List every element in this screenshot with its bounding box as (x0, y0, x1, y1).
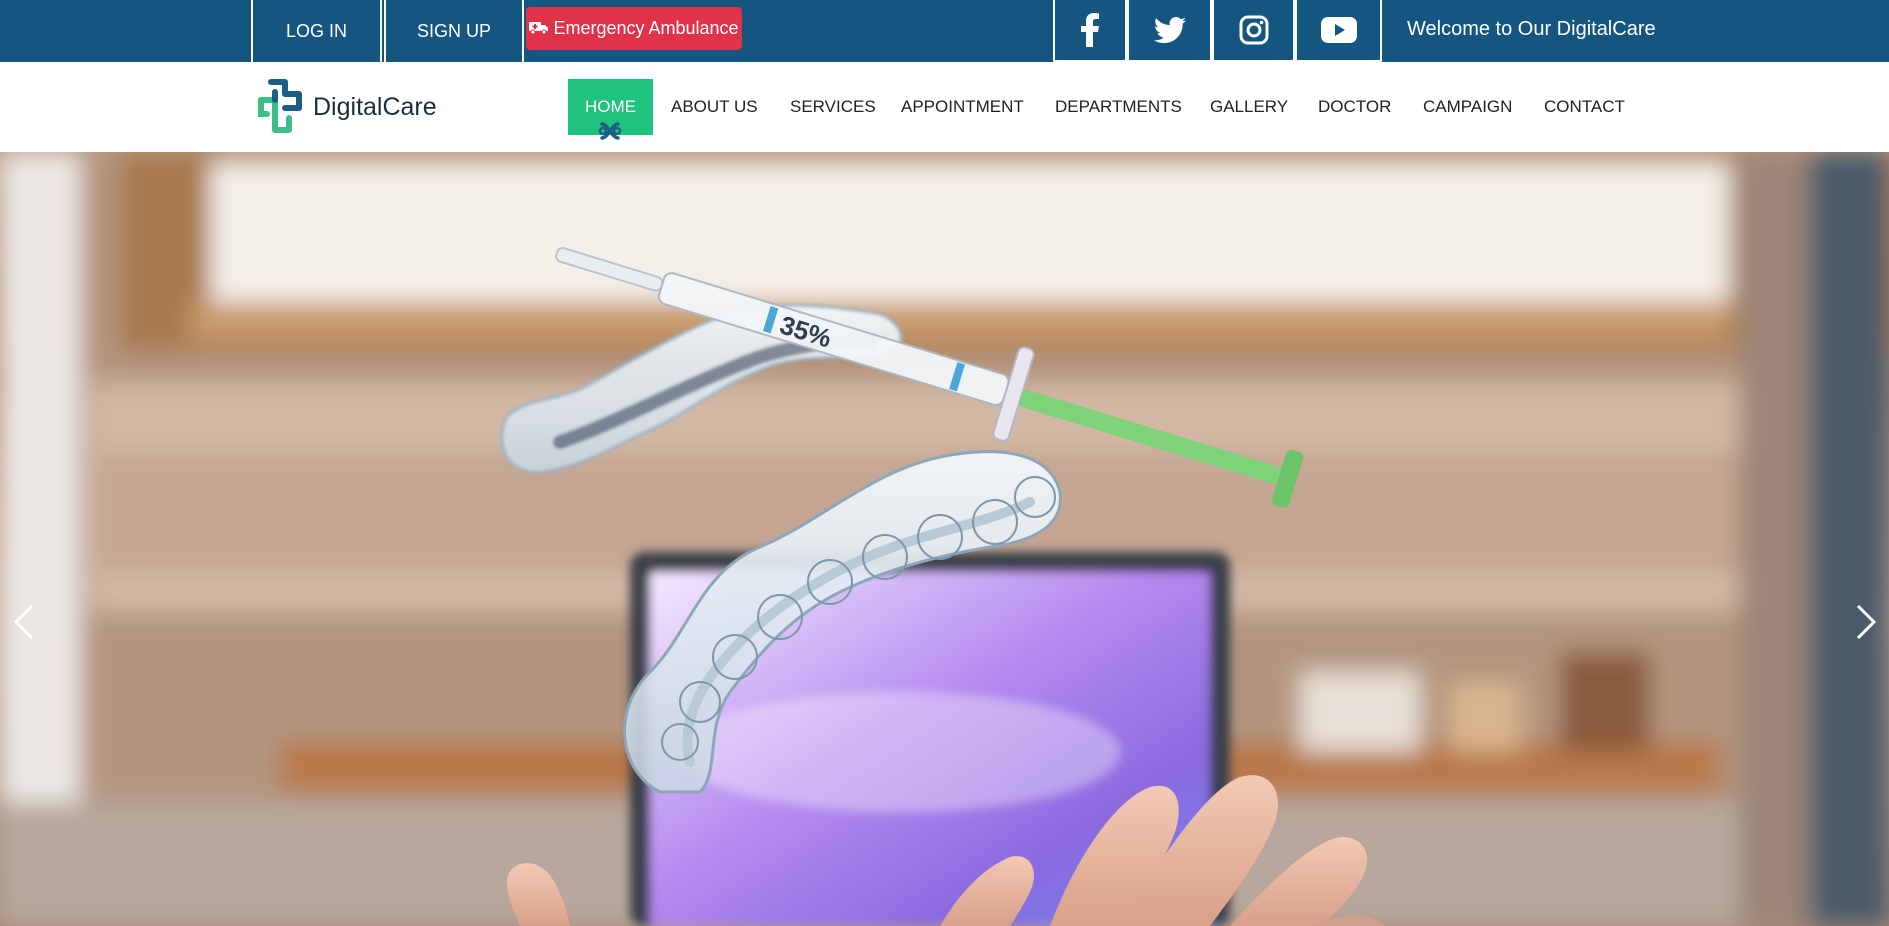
chevron-right-icon (1856, 604, 1877, 640)
nav-contact[interactable]: CONTACT (1544, 79, 1625, 135)
twitter-link[interactable] (1127, 0, 1212, 62)
hero-slider: 35% (0, 152, 1889, 926)
logo-cross-icon (258, 79, 302, 133)
logo-text: DigitalCare (313, 92, 437, 121)
hero-image: 35% (0, 152, 1889, 926)
nav-departments[interactable]: DEPARTMENTS (1055, 79, 1182, 135)
active-nav-knot-icon (598, 122, 622, 140)
site-logo[interactable]: DigitalCare (253, 78, 437, 136)
youtube-icon (1320, 17, 1357, 43)
twitter-icon (1153, 16, 1186, 43)
nav-gallery[interactable]: GALLERY (1210, 79, 1288, 135)
facebook-icon (1081, 13, 1099, 47)
nav-campaign[interactable]: CAMPAIGN (1423, 79, 1512, 135)
instagram-icon (1239, 15, 1268, 45)
chevron-left-icon (13, 604, 34, 640)
emergency-ambulance-button[interactable]: Emergency Ambulance (526, 7, 742, 50)
slider-next-button[interactable] (1846, 592, 1886, 652)
welcome-text: Welcome to Our DigitalCare (1407, 17, 1656, 40)
nav-appointment[interactable]: APPOINTMENT (901, 79, 1024, 135)
login-button[interactable]: LOG IN (251, 0, 382, 62)
ambulance-icon (529, 18, 549, 39)
nav-services[interactable]: SERVICES (790, 79, 876, 135)
top-bar: LOG IN SIGN UP Emergency Ambulance Welco… (0, 0, 1889, 62)
youtube-link[interactable] (1295, 0, 1382, 62)
instagram-link[interactable] (1212, 0, 1295, 62)
emergency-label: Emergency Ambulance (553, 18, 739, 38)
nav-doctor[interactable]: DOCTOR (1318, 79, 1391, 135)
signup-button[interactable]: SIGN UP (384, 0, 524, 62)
slider-prev-button[interactable] (4, 592, 44, 652)
nav-about-us[interactable]: ABOUT US (671, 79, 758, 135)
facebook-link[interactable] (1053, 0, 1127, 62)
main-navbar: DigitalCare HOME ABOUT US SERVICES APPOI… (0, 62, 1889, 152)
